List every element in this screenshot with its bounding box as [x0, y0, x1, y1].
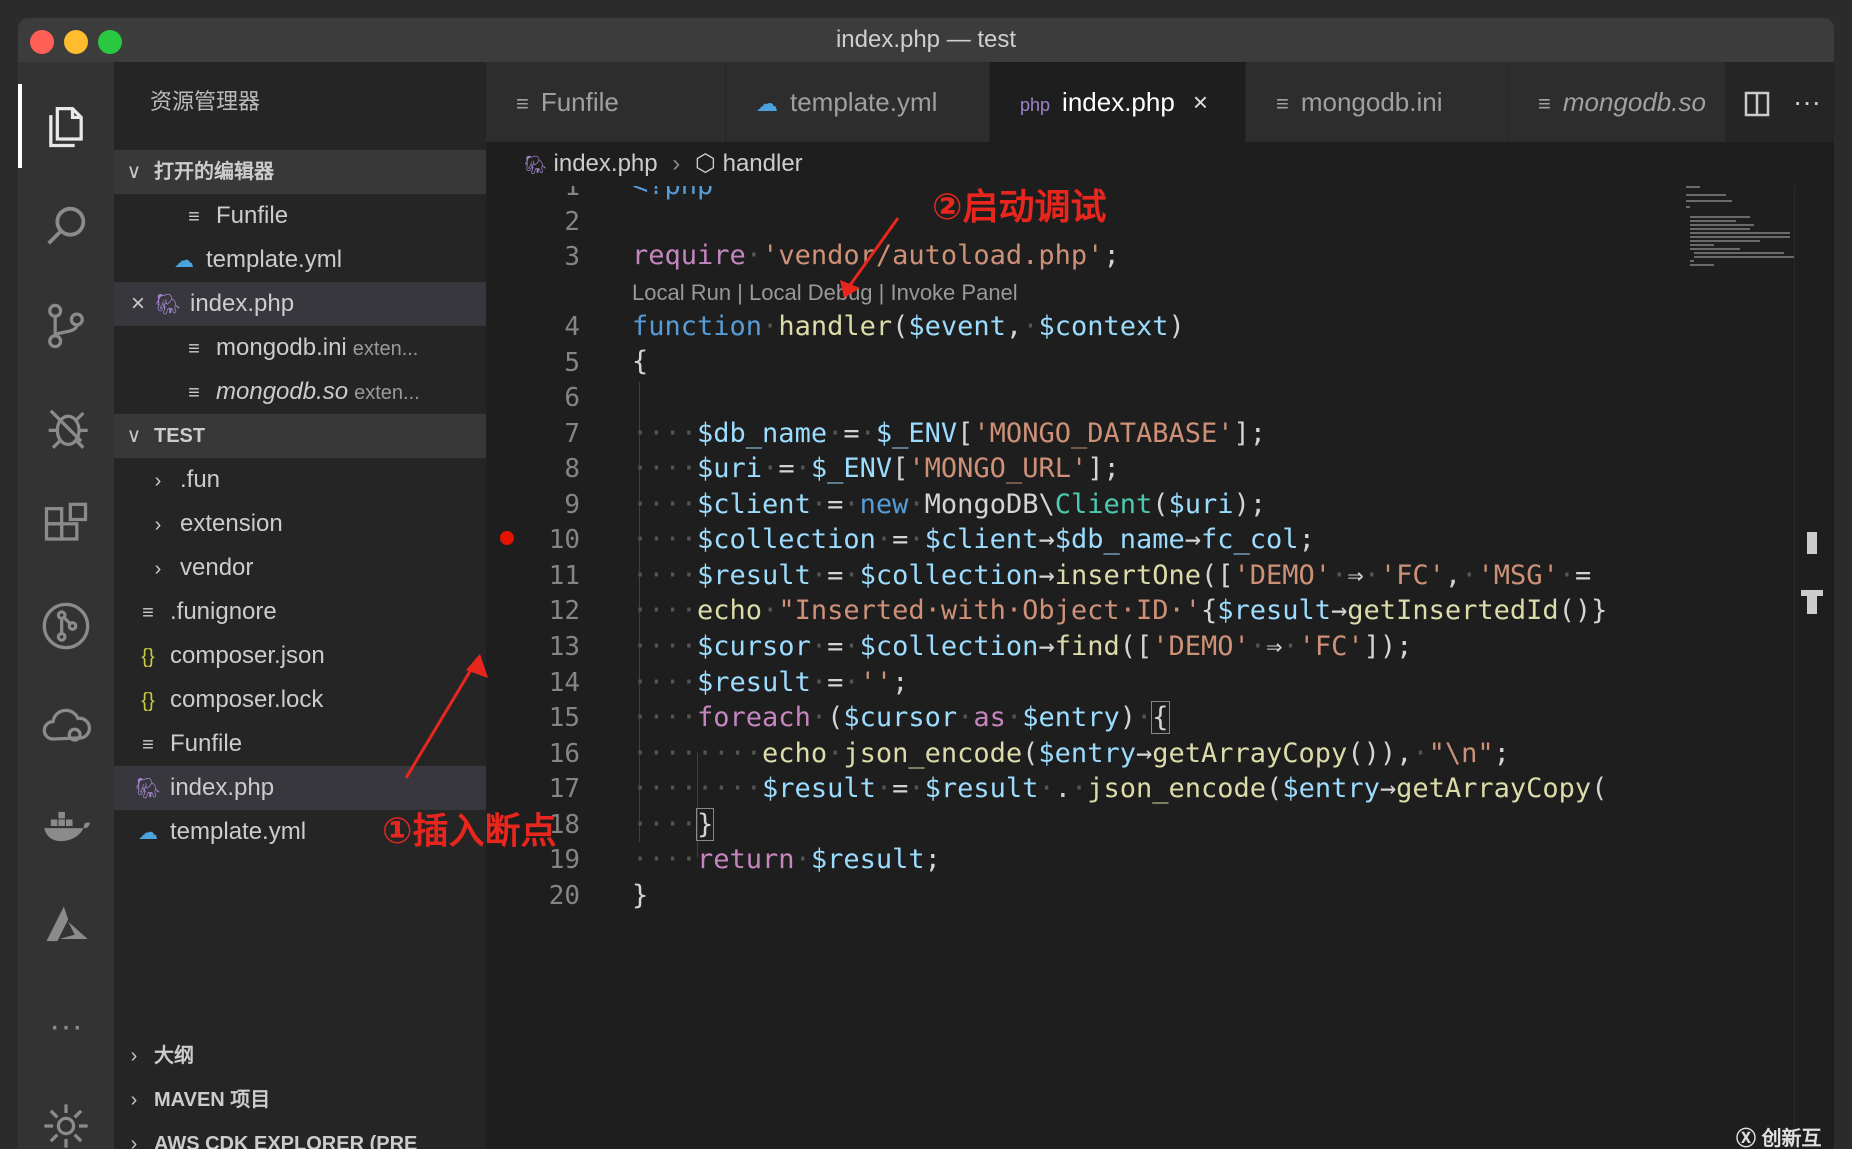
annotation-arrows [404, 217, 900, 779]
watermark-icon: Ⓧ [1736, 1128, 1756, 1149]
vscode-window: index.php — test ··· 资源管理器 ∨ 打开的编辑器 ≡ Fu… [18, 18, 1834, 1149]
insert-breakpoint-annotation: ①插入断点 [382, 811, 557, 852]
watermark-logo: Ⓧ 创新互联 [1736, 1122, 1834, 1149]
start-debug-annotation: ②启动调试 [932, 187, 1107, 228]
